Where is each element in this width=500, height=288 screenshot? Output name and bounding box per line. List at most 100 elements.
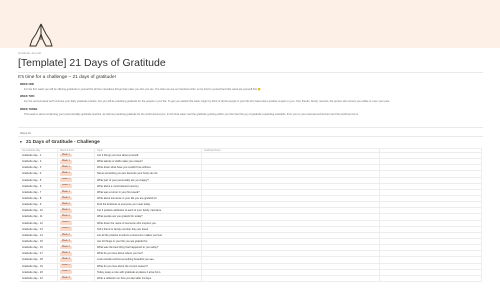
gratitude-day-cell[interactable]: Gratitude day - 14 — [20, 232, 58, 238]
week-cell[interactable]: Week 2 — [58, 195, 95, 202]
topic-cell[interactable]: Write down the name of someone who inspi… — [95, 220, 202, 226]
extra-cell — [380, 165, 482, 171]
week-cell[interactable]: Week 3 — [58, 263, 95, 269]
notes-cell[interactable] — [202, 165, 380, 171]
notes-cell[interactable] — [202, 183, 380, 189]
gratitude-day-cell[interactable]: Gratitude day - 15 — [20, 238, 58, 245]
week-cell[interactable]: Week 1 — [58, 183, 95, 189]
column-header-day[interactable]: Aa Gratitude Day — [20, 149, 58, 152]
database-view-tab[interactable]: Week 3s — [20, 131, 31, 135]
gratitude-day-cell[interactable]: Gratitude day - 13 — [20, 226, 58, 232]
extra-cell — [380, 257, 482, 263]
topic-cell[interactable]: Tell a friend or family member they are … — [95, 226, 202, 232]
topic-cell[interactable]: What part of your personality are you ha… — [95, 177, 202, 183]
week-cell[interactable]: Week 3 — [58, 238, 95, 245]
gratitude-day-cell[interactable]: Gratitude day - 4 — [20, 171, 58, 177]
topic-cell[interactable]: Write down what have you couldn't live w… — [95, 165, 202, 171]
notes-cell[interactable] — [202, 159, 380, 165]
topic-cell[interactable]: List 3 positive attributes of each of yo… — [95, 208, 202, 214]
gratitude-day-cell[interactable]: Gratitude day - 12 — [20, 220, 58, 226]
topic-cell[interactable]: List 10 things in your life you are grat… — [95, 238, 202, 245]
gratitude-day-cell[interactable]: Gratitude day - 3 — [20, 165, 58, 171]
notes-cell[interactable] — [202, 202, 380, 208]
notes-cell[interactable] — [202, 177, 380, 183]
week-cell[interactable]: Week 3 — [58, 269, 95, 275]
week-cell[interactable]: Week 1 — [58, 165, 95, 171]
gratitude-day-cell[interactable]: Gratitude day - 20 — [20, 269, 58, 275]
gratitude-day-cell[interactable]: Gratitude day - 1 — [20, 153, 58, 159]
database-table: Aa Gratitude Day Week Found Topic Gratit… — [20, 148, 482, 282]
notes-cell[interactable] — [202, 220, 380, 226]
notes-cell[interactable] — [202, 208, 380, 214]
praying-hands-icon[interactable] — [26, 20, 56, 50]
notes-cell[interactable] — [202, 153, 380, 159]
week-cell[interactable]: Week 3 — [58, 245, 95, 251]
week-cell[interactable]: Week 1 — [58, 177, 95, 183]
topic-cell[interactable]: List all the positive emotions a loved o… — [95, 232, 202, 238]
topic-cell[interactable]: What do you love about where you live? — [95, 251, 202, 257]
week-cell[interactable]: Week 3 — [58, 251, 95, 257]
notes-cell[interactable] — [202, 269, 380, 275]
week-cell[interactable]: Week 2 — [58, 232, 95, 238]
notes-cell[interactable] — [202, 257, 380, 263]
week-cell[interactable]: Week 2 — [58, 214, 95, 220]
topic-cell[interactable]: Write a reflection on how you feel after… — [95, 275, 202, 281]
notes-cell[interactable] — [202, 232, 380, 238]
table-row[interactable]: Gratitude day - 21 Week 3 Write a reflecti… — [20, 275, 482, 282]
gratitude-day-cell[interactable]: Gratitude day - 10 — [20, 208, 58, 214]
notes-cell[interactable] — [202, 189, 380, 195]
topic-cell[interactable]: Name something you are favourite your bo… — [95, 171, 202, 177]
notes-cell[interactable] — [202, 251, 380, 257]
week-cell[interactable]: Week 3 — [58, 275, 95, 281]
topic-cell[interactable]: Look outside and list something beautifu… — [95, 257, 202, 263]
gratitude-day-cell[interactable]: Gratitude day - 18 — [20, 257, 58, 263]
column-header-week[interactable]: Week Found — [58, 149, 95, 152]
gratitude-day-cell[interactable]: Gratitude day - 21 — [20, 275, 58, 281]
callout-heading: It's time for a challenge – 21 days of g… — [18, 75, 116, 80]
database-title[interactable]: ▾ 21 Days of Gratitude - Challenge — [20, 140, 100, 145]
week-cell[interactable]: Week 2 — [58, 220, 95, 226]
week-cell[interactable]: Week 1 — [58, 189, 95, 195]
week-cell[interactable]: Week 3 — [58, 257, 95, 263]
week-cell[interactable]: Week 1 — [58, 159, 95, 165]
week-cell[interactable]: Week 2 — [58, 208, 95, 214]
week-cell[interactable]: Week 1 — [58, 171, 95, 177]
notes-cell[interactable] — [202, 245, 380, 251]
column-header-add[interactable] — [380, 149, 482, 152]
topic-cell[interactable]: What was the best thing that happened to… — [95, 245, 202, 251]
week-two-text: For the second week we'll continue your … — [24, 100, 390, 103]
column-header-topic[interactable]: Topic — [95, 149, 202, 152]
topic-cell[interactable]: What do you love about the current seaso… — [95, 263, 202, 269]
gratitude-day-cell[interactable]: Gratitude day - 16 — [20, 245, 58, 251]
week-cell[interactable]: Week 1 — [58, 153, 95, 159]
gratitude-day-cell[interactable]: Gratitude day - 2 — [20, 159, 58, 165]
gratitude-day-cell[interactable]: Gratitude day - 5 — [20, 177, 58, 183]
topic-cell[interactable]: What talents or skills make you unique? — [95, 159, 202, 165]
notes-cell[interactable] — [202, 263, 380, 269]
topic-cell[interactable]: Write about a most beloved memory. — [95, 183, 202, 189]
topic-cell[interactable]: Write about someone in your life you are… — [95, 195, 202, 202]
breadcrumb[interactable]: Gratitude Journal — [18, 51, 41, 55]
notes-cell[interactable] — [202, 195, 380, 202]
notes-cell[interactable] — [202, 171, 380, 177]
gratitude-day-cell[interactable]: Gratitude day - 6 — [20, 183, 58, 189]
topic-cell[interactable]: Today, keep a note with gratitude at pla… — [95, 269, 202, 275]
notes-cell[interactable] — [202, 214, 380, 220]
gratitude-day-cell[interactable]: Gratitude day - 19 — [20, 263, 58, 269]
topic-cell[interactable]: What people are you grateful for today? — [95, 214, 202, 220]
gratitude-day-cell[interactable]: Gratitude day - 7 — [20, 189, 58, 195]
gratitude-day-cell[interactable]: Gratitude day - 17 — [20, 251, 58, 257]
week-cell[interactable]: Week 2 — [58, 202, 95, 208]
extra-cell — [380, 171, 482, 177]
week-cell[interactable]: Week 2 — [58, 226, 95, 232]
gratitude-day-cell[interactable]: Gratitude day - 11 — [20, 214, 58, 220]
notes-cell[interactable] — [202, 226, 380, 232]
notes-cell[interactable] — [202, 275, 380, 281]
topic-cell[interactable]: List 3 things you love about yourself. — [95, 153, 202, 159]
column-header-notes[interactable]: Gratitude Notes — [202, 149, 380, 152]
topic-cell[interactable]: What was a turner in your first week? — [95, 189, 202, 195]
notes-cell[interactable] — [202, 238, 380, 245]
gratitude-day-cell[interactable]: Gratitude day - 8 — [20, 195, 58, 202]
topic-cell[interactable]: Find the kindness to everyone you meet t… — [95, 202, 202, 208]
gratitude-day-cell[interactable]: Gratitude day - 9 — [20, 202, 58, 208]
